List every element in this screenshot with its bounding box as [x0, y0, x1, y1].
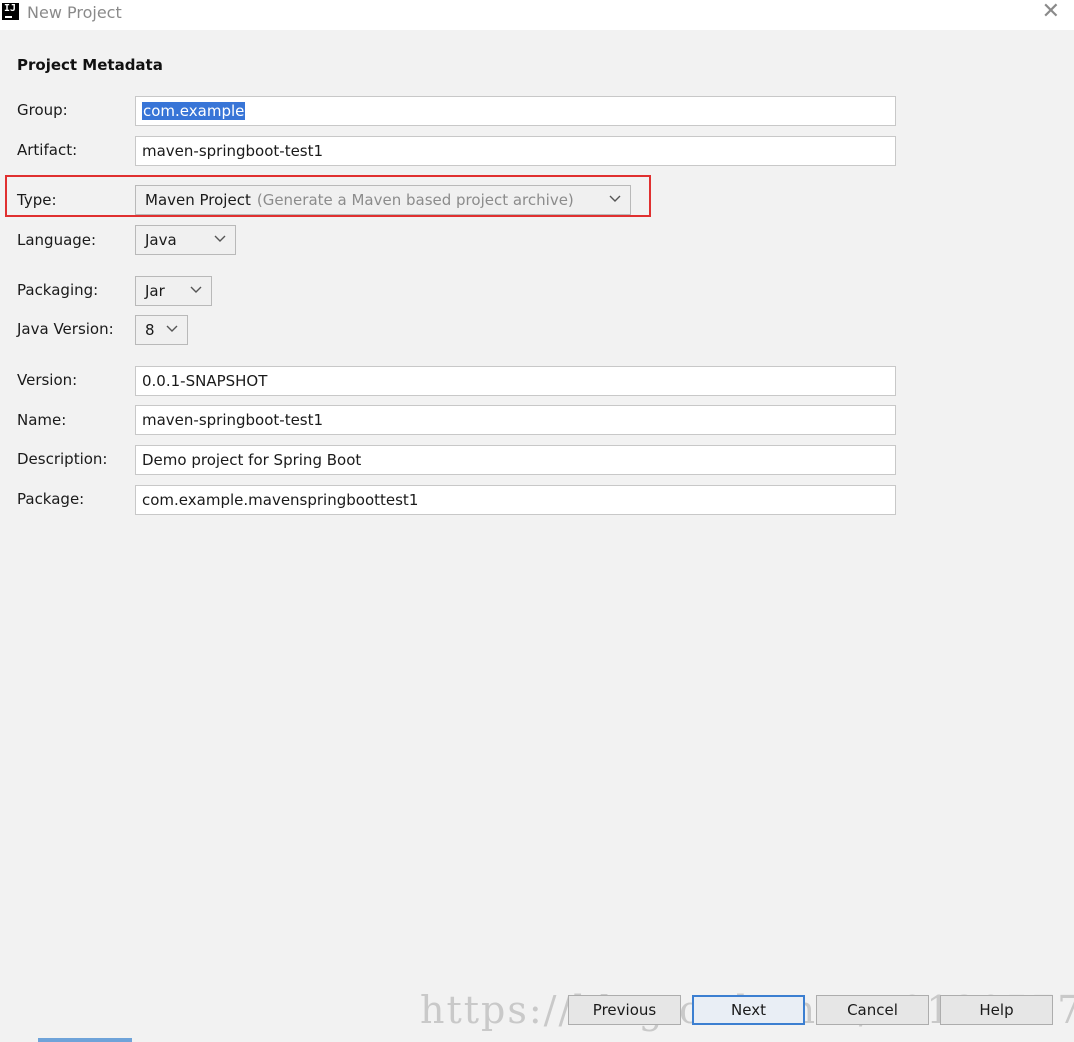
- package-input[interactable]: [135, 485, 896, 515]
- taskbar-strip: [38, 1038, 132, 1042]
- name-input[interactable]: [135, 405, 896, 435]
- help-button[interactable]: Help: [940, 995, 1053, 1025]
- type-hint: (Generate a Maven based project archive): [256, 191, 574, 209]
- artifact-label: Artifact:: [17, 141, 78, 159]
- chevron-down-icon: [609, 195, 621, 202]
- type-dropdown[interactable]: Maven Project (Generate a Maven based pr…: [135, 185, 631, 215]
- type-label: Type:: [17, 191, 57, 209]
- name-label: Name:: [17, 411, 67, 429]
- language-dropdown[interactable]: Java: [135, 225, 236, 255]
- chevron-down-icon: [190, 286, 202, 293]
- chevron-down-icon: [214, 235, 226, 242]
- java-version-dropdown[interactable]: 8: [135, 315, 188, 345]
- package-label: Package:: [17, 490, 85, 508]
- type-value: Maven Project: [145, 191, 251, 209]
- description-label: Description:: [17, 450, 108, 468]
- packaging-label: Packaging:: [17, 281, 99, 299]
- cancel-button[interactable]: Cancel: [816, 995, 929, 1025]
- artifact-input[interactable]: [135, 136, 896, 166]
- group-input[interactable]: com.example: [135, 96, 896, 126]
- group-label: Group:: [17, 101, 68, 119]
- java-version-value: 8: [145, 321, 155, 339]
- chevron-down-icon: [166, 325, 178, 332]
- group-value: com.example: [142, 102, 246, 120]
- version-label: Version:: [17, 371, 78, 389]
- description-input[interactable]: [135, 445, 896, 475]
- version-input[interactable]: [135, 366, 896, 396]
- java-version-label: Java Version:: [17, 320, 114, 338]
- app-icon-text: IJ: [4, 3, 17, 14]
- next-button[interactable]: Next: [692, 995, 805, 1025]
- previous-button[interactable]: Previous: [568, 995, 681, 1025]
- language-label: Language:: [17, 231, 97, 249]
- window-title: New Project: [27, 3, 122, 22]
- language-value: Java: [145, 231, 177, 249]
- packaging-dropdown[interactable]: Jar: [135, 276, 212, 306]
- section-title: Project Metadata: [17, 56, 163, 74]
- title-bar: IJ New Project ✕: [0, 0, 1074, 30]
- close-icon[interactable]: ✕: [1042, 1, 1060, 23]
- packaging-value: Jar: [145, 282, 165, 300]
- intellij-app-icon: IJ: [2, 3, 19, 20]
